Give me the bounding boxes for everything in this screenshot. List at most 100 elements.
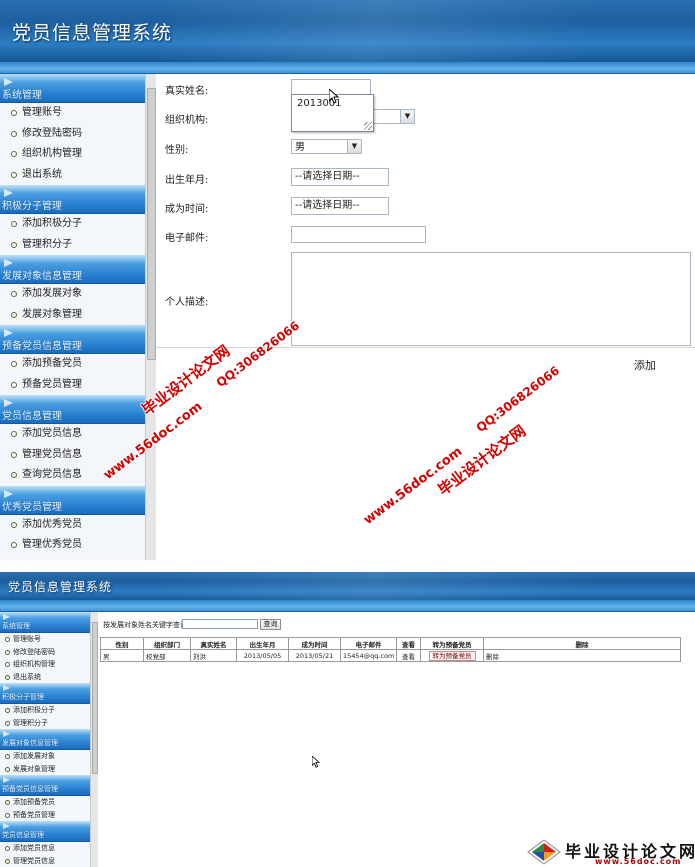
bullet-icon	[11, 151, 17, 157]
delete-link[interactable]: 删除	[483, 649, 681, 662]
sidebar-item-change-password[interactable]: 修改登陆密码	[0, 646, 90, 659]
app-header: 党员信息管理系统	[0, 572, 695, 600]
sidebar-item-manage-excellent[interactable]: 管理优秀党员	[0, 535, 145, 556]
sidebar-item-org-manage[interactable]: 组织机构管理	[0, 658, 90, 671]
sidebar-item-add-probationary[interactable]: 添加预备党员	[0, 354, 145, 375]
app-header: 党员信息管理系统	[0, 0, 695, 62]
bullet-icon	[5, 766, 10, 772]
sidebar-section-title: 发展对象信息管理	[2, 271, 82, 282]
bullet-icon	[11, 130, 17, 137]
sidebar-section-header[interactable]: 党员信息管理	[0, 395, 145, 424]
sidebar-item-manage-account[interactable]: 管理账号	[0, 633, 90, 646]
bullet-icon	[5, 708, 10, 713]
sidebar: 系统管理 管理账号 修改登陆密码 组织机构管理 退出系统 积极分子管理 添加积极…	[0, 612, 90, 867]
sidebar-section-header[interactable]: 预备党员信息管理	[0, 775, 90, 796]
sidebar-section-probationary: 预备党员信息管理 添加预备党员 预备党员管理	[0, 325, 145, 395]
search-input[interactable]	[182, 619, 258, 629]
dropdown-arrow-icon[interactable]: ▼	[347, 140, 361, 153]
sidebar-item-manage-probationary[interactable]: 预备党员管理	[0, 809, 90, 822]
sidebar-section-title: 预备党员信息管理	[2, 341, 82, 352]
bullet-icon	[5, 674, 10, 680]
sidebar-item-add-activist[interactable]: 添加积极分子	[0, 704, 90, 717]
sidebar-item-logout[interactable]: 退出系统	[0, 671, 90, 684]
logo-url: www.56doc.com	[595, 857, 682, 866]
resize-grip-icon[interactable]	[364, 122, 372, 130]
sidebar-item-add-probationary[interactable]: 添加预备党员	[0, 796, 90, 809]
sidebar-item-add-member[interactable]: 添加党员信息	[0, 842, 90, 855]
sidebar-scrollbar[interactable]	[145, 74, 156, 560]
sidebar-item-label: 发展对象管理	[13, 764, 55, 773]
sidebar-item-manage-account[interactable]: 管理账号	[0, 103, 145, 124]
email-input[interactable]	[291, 226, 426, 243]
table-header-row: 性别 组织部门 真实姓名 出生年月 成为时间 电子邮件 查看 转为预备党员 删除	[100, 637, 681, 650]
sidebar-section-header[interactable]: 系统管理	[0, 74, 145, 103]
bullet-icon	[5, 812, 10, 818]
sidebar-section-header[interactable]: 发展对象信息管理	[0, 729, 90, 750]
bullet-icon	[11, 472, 17, 478]
sidebar-item-add-development[interactable]: 添加发展对象	[0, 284, 145, 305]
convert-to-probationary-button[interactable]: 转为预备党员	[428, 650, 476, 661]
sidebar-item-add-excellent[interactable]: 添加优秀党员	[0, 515, 145, 536]
gender-select-value: 男	[295, 142, 305, 153]
sidebar-section-header[interactable]: 积极分子管理	[0, 185, 145, 214]
sidebar-section-header[interactable]: 预备党员信息管理	[0, 325, 145, 354]
column-header: 转为预备党员	[420, 637, 484, 650]
arrow-icon	[4, 189, 13, 197]
scrollbar-thumb[interactable]	[92, 622, 98, 774]
description-label: 个人描述:	[165, 297, 209, 308]
sidebar-section-header[interactable]: 系统管理	[0, 612, 90, 633]
bullet-icon	[5, 846, 10, 851]
gender-label: 性别:	[165, 145, 189, 156]
description-textarea[interactable]	[291, 252, 691, 346]
sidebar-section-header[interactable]: 发展对象信息管理	[0, 255, 145, 284]
sidebar-section-title: 系统管理	[2, 622, 30, 630]
sidebar-item-add-activist[interactable]: 添加积极分子	[0, 214, 145, 235]
bullet-icon	[11, 431, 17, 437]
sidebar-item-manage-probationary[interactable]: 预备党员管理	[0, 375, 145, 396]
sidebar-item-manage-development[interactable]: 发展对象管理	[0, 763, 90, 776]
bullet-icon	[11, 542, 17, 548]
search-button[interactable]: 查询	[260, 619, 281, 630]
sidebar-section-header[interactable]: 党员信息管理	[0, 821, 90, 842]
table-row: 男 校党部 刘洪 2013/05/05 2013/05/21 15454@qq.…	[100, 649, 681, 662]
sidebar-item-manage-development[interactable]: 发展对象管理	[0, 305, 145, 326]
logo-emblem-icon	[527, 839, 561, 865]
sidebar-section-header[interactable]: 积极分子管理	[0, 683, 90, 704]
bullet-icon	[11, 311, 17, 318]
sidebar-item-manage-activist[interactable]: 管理积分子	[0, 235, 145, 256]
view-link[interactable]: 查看	[396, 649, 421, 662]
sidebar-section-title: 优秀党员管理	[2, 501, 62, 513]
sidebar-item-manage-member[interactable]: 管理党员信息	[0, 855, 90, 867]
sidebar-item-label: 退出系统	[13, 672, 41, 681]
sidebar-item-label: 修改登陆密码	[22, 127, 82, 139]
bullet-icon	[11, 110, 17, 116]
bullet-icon	[5, 637, 10, 642]
sidebar-item-label: 管理账号	[22, 107, 62, 118]
bullet-icon	[5, 662, 10, 667]
dropdown-arrow-icon[interactable]: ▼	[400, 110, 414, 123]
sidebar-item-manage-activist[interactable]: 管理积分子	[0, 717, 90, 730]
sidebar-section-header[interactable]: 优秀党员管理	[0, 485, 145, 515]
sidebar-item-label: 预备党员管理	[22, 378, 82, 390]
birth-date-input[interactable]: --请选择日期--	[291, 168, 389, 186]
gender-select[interactable]: 男 ▼	[291, 139, 362, 154]
column-header: 查看	[396, 637, 421, 650]
sidebar-scrollbar[interactable]	[90, 612, 98, 867]
sidebar-item-add-development[interactable]: 添加发展对象	[0, 750, 90, 763]
org-label: 组织机构:	[165, 115, 209, 126]
add-button[interactable]: 添加	[634, 357, 656, 373]
cell-gender: 男	[100, 649, 144, 662]
sidebar-item-org-manage[interactable]: 组织机构管理	[0, 144, 145, 165]
sidebar-item-change-password[interactable]: 修改登陆密码	[0, 124, 145, 145]
join-date-input[interactable]: --请选择日期--	[291, 197, 389, 215]
sidebar-item-label: 预备党员管理	[13, 810, 55, 819]
sidebar: 系统管理 管理账号 修改登陆密码 组织机构管理 退出系统 积极分子管理 添加积极…	[0, 74, 145, 560]
sidebar-item-add-member[interactable]: 添加党员信息	[0, 424, 145, 445]
scrollbar-thumb[interactable]	[147, 88, 156, 360]
column-header: 组织部门	[143, 637, 191, 650]
sidebar-item-logout[interactable]: 退出系统	[0, 165, 145, 186]
sidebar-section-activists: 积极分子管理 添加积极分子 管理积分子	[0, 683, 90, 729]
column-header: 电子邮件	[340, 637, 397, 650]
app-title: 党员信息管理系统	[8, 580, 113, 594]
sidebar-item-label: 添加积极分子	[13, 706, 55, 714]
